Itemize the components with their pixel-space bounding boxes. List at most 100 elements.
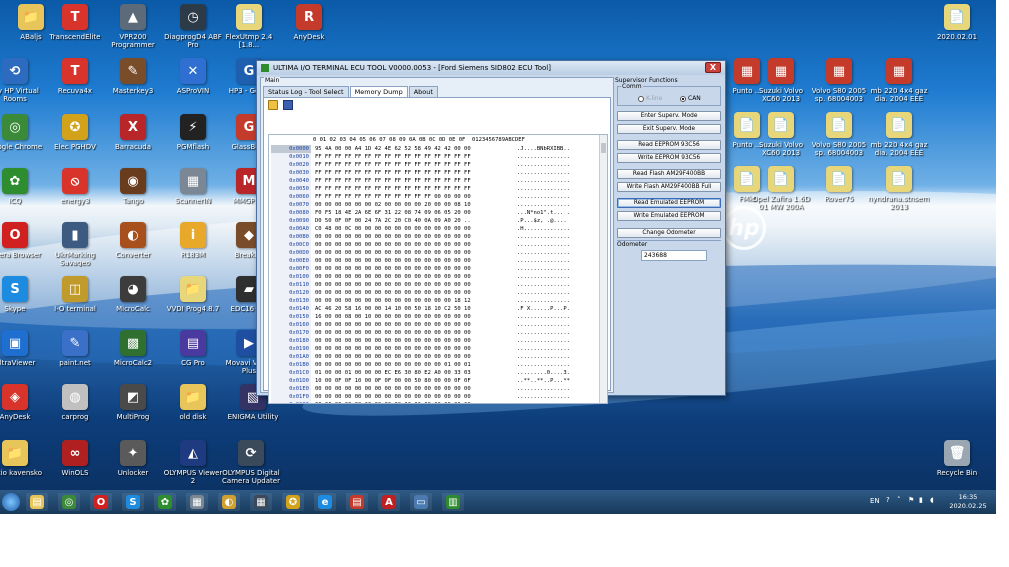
hex-row[interactable]: 0x0190 00 00 00 00 00 00 00 00 00 00 00 0… xyxy=(271,345,601,353)
desktop-icon[interactable]: ∞ WinOLS xyxy=(44,440,106,485)
hex-row[interactable]: 0x00F0 00 00 00 00 00 00 00 00 00 00 00 0… xyxy=(271,265,601,273)
taskbar-item-chrome[interactable]: ◎ xyxy=(58,493,80,511)
taskbar-item-edge[interactable]: e xyxy=(314,493,336,511)
desktop-icon[interactable]: S Skype xyxy=(0,276,46,321)
desktop-icon[interactable]: ▦ mb 220 4x4 gaz dia. 2004 EEE xyxy=(868,58,930,103)
read-emulated-eeprom-button[interactable]: Read Emulated EEPROM xyxy=(617,198,721,208)
scrollbar-thumb[interactable] xyxy=(601,143,606,153)
hex-row[interactable]: 0x01C0 01 00 00 01 00 00 00 EC E6 30 80 E… xyxy=(271,369,601,377)
desktop-icon[interactable]: ◩ MultiProg xyxy=(102,384,164,429)
taskbar-item-opera[interactable]: O xyxy=(90,493,112,511)
hex-row[interactable]: 0x0040 FF FF FF FF FF FF FF FF FF FF FF F… xyxy=(271,177,601,185)
help-icon[interactable]: ? xyxy=(886,496,894,506)
network-icon[interactable]: ▮ xyxy=(919,496,927,506)
desktop-icon[interactable]: ◉ Tango xyxy=(102,168,164,213)
read-flash-button[interactable]: Read Flash AM29F400BB xyxy=(617,169,721,179)
taskbar-item-tool[interactable]: ▦ xyxy=(186,493,208,511)
close-button[interactable]: X xyxy=(705,62,721,73)
taskbar-item-pikachu[interactable]: ✪ xyxy=(282,493,304,511)
start-button[interactable] xyxy=(2,493,20,511)
desktop-icon[interactable]: 📄 Opel Zafira 1.6D 01 MW 200A xyxy=(750,166,812,211)
desktop-icon[interactable]: ▮ UkrMarking Savageo xyxy=(44,222,106,267)
hex-row[interactable]: 0x0150 16 00 00 08 00 10 00 00 00 00 00 0… xyxy=(271,313,601,321)
hex-row[interactable]: 0x0130 00 00 00 00 00 00 00 00 00 00 00 0… xyxy=(271,297,601,305)
hex-row[interactable]: 0x0030 FF FF FF FF FF FF FF FF FF FF FF F… xyxy=(271,169,601,177)
desktop-icon[interactable]: T Recuva4x xyxy=(44,58,106,103)
hex-row[interactable]: 0x0060 FF FF FF FF FF FF FF FF FF FF FF F… xyxy=(271,193,601,201)
hex-row[interactable]: 0x0070 00 00 00 00 00 00 02 00 00 00 00 2… xyxy=(271,201,601,209)
open-folder-icon[interactable] xyxy=(268,100,278,110)
desktop-icon[interactable]: ◐ Converter xyxy=(102,222,164,267)
save-icon[interactable] xyxy=(283,100,293,110)
volume-icon[interactable]: ◖ xyxy=(930,496,938,506)
desktop-icon[interactable]: ▦ Suzuki Volvo XC60 2013 sp.UAM xyxy=(750,58,812,103)
write-emulated-eeprom-button[interactable]: Write Emulated EEPROM xyxy=(617,211,721,221)
desktop-icon[interactable]: 📄 FlexUtmp 2.4 [1.8... xyxy=(218,4,280,49)
desktop-icon[interactable]: ◫ I-O terminal xyxy=(44,276,106,321)
taskbar-item-winrar[interactable]: ▤ xyxy=(346,493,368,511)
hex-row[interactable]: 0x00A0 C0 48 00 0C 00 00 00 00 00 00 00 0… xyxy=(271,225,601,233)
desktop-icon[interactable]: ✦ Unlocker xyxy=(102,440,164,485)
desktop-icon[interactable]: i R183M xyxy=(162,222,224,267)
hex-row[interactable]: 0x0080 F0 F5 18 4E 2A 6E 6F 31 22 08 74 0… xyxy=(271,209,601,217)
read-eeprom-button[interactable]: Read EEPROM 93C56 xyxy=(617,140,721,150)
desktop-icon[interactable]: 📄 Volvo S80 2005 sp. 68004003 xyxy=(808,112,870,157)
desktop-icon[interactable]: 📄 2020.02.01 xyxy=(926,4,988,49)
desktop-icon[interactable]: ◕ MicroCalc xyxy=(102,276,164,321)
desktop-icon[interactable]: ▦ Volvo S80 2005 sp. 68004003 xyxy=(808,58,870,103)
chevron-up-icon[interactable]: ˄ xyxy=(897,496,905,506)
hex-row[interactable]: 0x0170 00 00 00 00 00 00 00 00 00 00 00 0… xyxy=(271,329,601,337)
exit-superv-mode-button[interactable]: Exit Superv. Mode xyxy=(617,124,721,134)
desktop-icon[interactable]: ✿ ICQ xyxy=(0,168,46,213)
desktop-icon[interactable]: ▣ UltraViewer xyxy=(0,330,46,375)
desktop-icon[interactable]: ✎ Masterkey3 xyxy=(102,58,164,103)
desktop-icon[interactable]: 📄 Suzuki Volvo XC60 2013 sp.UAM xyxy=(750,112,812,157)
window-titlebar[interactable]: ULTIMA I/O TERMINAL ECU TOOL V0000.0053 … xyxy=(257,61,725,75)
flag-icon[interactable]: ⚑ xyxy=(908,496,916,506)
write-eeprom-button[interactable]: Write EEPROM 93C56 xyxy=(617,153,721,163)
desktop-icon[interactable]: ◷ DiagprogD4 ABF Pro xyxy=(162,4,224,49)
desktop-icon[interactable]: 🗑 Recycle Bin xyxy=(926,440,988,485)
desktop-icon[interactable]: ⦸ energy3 xyxy=(44,168,106,213)
taskbar-item-brush[interactable]: ◐ xyxy=(218,493,240,511)
hex-row[interactable]: 0x020000 00 00 00 00 00 00 00 00 00 00 0… xyxy=(271,401,601,403)
desktop-icon[interactable]: ◎ Google Chrome xyxy=(0,114,46,159)
hex-row[interactable]: 0x0020 FF FF FF FF FF FF FF FF FF FF FF F… xyxy=(271,161,601,169)
language-indicator[interactable]: EN xyxy=(870,497,880,505)
desktop-icon[interactable]: 📄 mb 220 4x4 gaz dia. 2004 EEE xyxy=(868,112,930,157)
hex-row[interactable]: 0x0010 FF FF FF FF FF FF FF FF FF FF FF F… xyxy=(271,153,601,161)
desktop-icon[interactable]: ✕ ASProVIN xyxy=(162,58,224,103)
hex-row[interactable]: 0x01B0 00 00 00 00 00 00 00 00 00 00 00 0… xyxy=(271,361,601,369)
taskbar-item-ecu-tool[interactable]: ▥ xyxy=(442,493,464,511)
desktop-icon[interactable]: 📁 VVDI Prog4.8.7 xyxy=(162,276,224,321)
hex-row[interactable]: 0x0100 00 00 00 00 00 00 00 00 00 00 00 0… xyxy=(271,273,601,281)
hex-scrollbar[interactable] xyxy=(599,135,607,403)
tab-status-log[interactable]: Status Log - Tool Select xyxy=(263,86,349,97)
odometer-input[interactable]: 243688 xyxy=(641,250,707,261)
desktop-icon[interactable]: 📁 old disk xyxy=(162,384,224,429)
hex-row[interactable]: 0x0090 D0 50 0F 0F 00 24 7A 2C 20 C0 40 0… xyxy=(271,217,601,225)
hex-viewer[interactable]: 0 01 02 03 04 05 06 07 08 09 0A 0B 0C 0D… xyxy=(268,134,608,404)
desktop-icon[interactable]: ▲ VPR200 Programmer Desktop xyxy=(102,4,164,49)
hex-row[interactable]: 0x0050 FF FF FF FF FF FF FF FF FF FF FF F… xyxy=(271,185,601,193)
desktop-icon[interactable]: X Barracuda xyxy=(102,114,164,159)
radio-kline[interactable]: K-line xyxy=(638,95,662,102)
desktop-icon[interactable]: ◈ AnyDesk xyxy=(0,384,46,429)
desktop-icon[interactable]: ▦ ScannerIN xyxy=(162,168,224,213)
change-odometer-button[interactable]: Change Odometer xyxy=(617,228,721,238)
taskbar-item-calc[interactable]: ▦ xyxy=(250,493,272,511)
enter-superv-mode-button[interactable]: Enter Superv. Mode xyxy=(617,111,721,121)
desktop-icon[interactable]: O Opera Browser xyxy=(0,222,46,267)
hex-row[interactable]: 0x0110 00 00 00 00 00 00 00 00 00 00 00 0… xyxy=(271,281,601,289)
clock[interactable]: 16:35 2020.02.25 xyxy=(946,493,990,511)
taskbar-item-skype[interactable]: S xyxy=(122,493,144,511)
taskbar-item-window[interactable]: ▭ xyxy=(410,493,432,511)
taskbar-item-pdf[interactable]: A xyxy=(378,493,400,511)
hex-row[interactable]: 0x01A0 00 00 00 00 00 00 00 00 00 00 00 0… xyxy=(271,353,601,361)
desktop-icon[interactable]: ✪ Elec PGHDV xyxy=(44,114,106,159)
hex-row[interactable]: 0x0180 00 00 00 00 00 00 00 00 00 00 00 0… xyxy=(271,337,601,345)
hex-row[interactable]: 0x01F0 00 00 00 00 00 00 00 00 00 00 00 0… xyxy=(271,393,601,401)
hex-row[interactable]: 0x0000 95 4A 00 00 A4 1D 42 4E 62 52 58 4… xyxy=(271,145,601,153)
desktop-icon[interactable]: ⟲ my HP Virtual Rooms xyxy=(0,58,46,103)
hex-row[interactable]: 0x01E0 00 00 00 00 00 00 00 00 00 00 00 0… xyxy=(271,385,601,393)
